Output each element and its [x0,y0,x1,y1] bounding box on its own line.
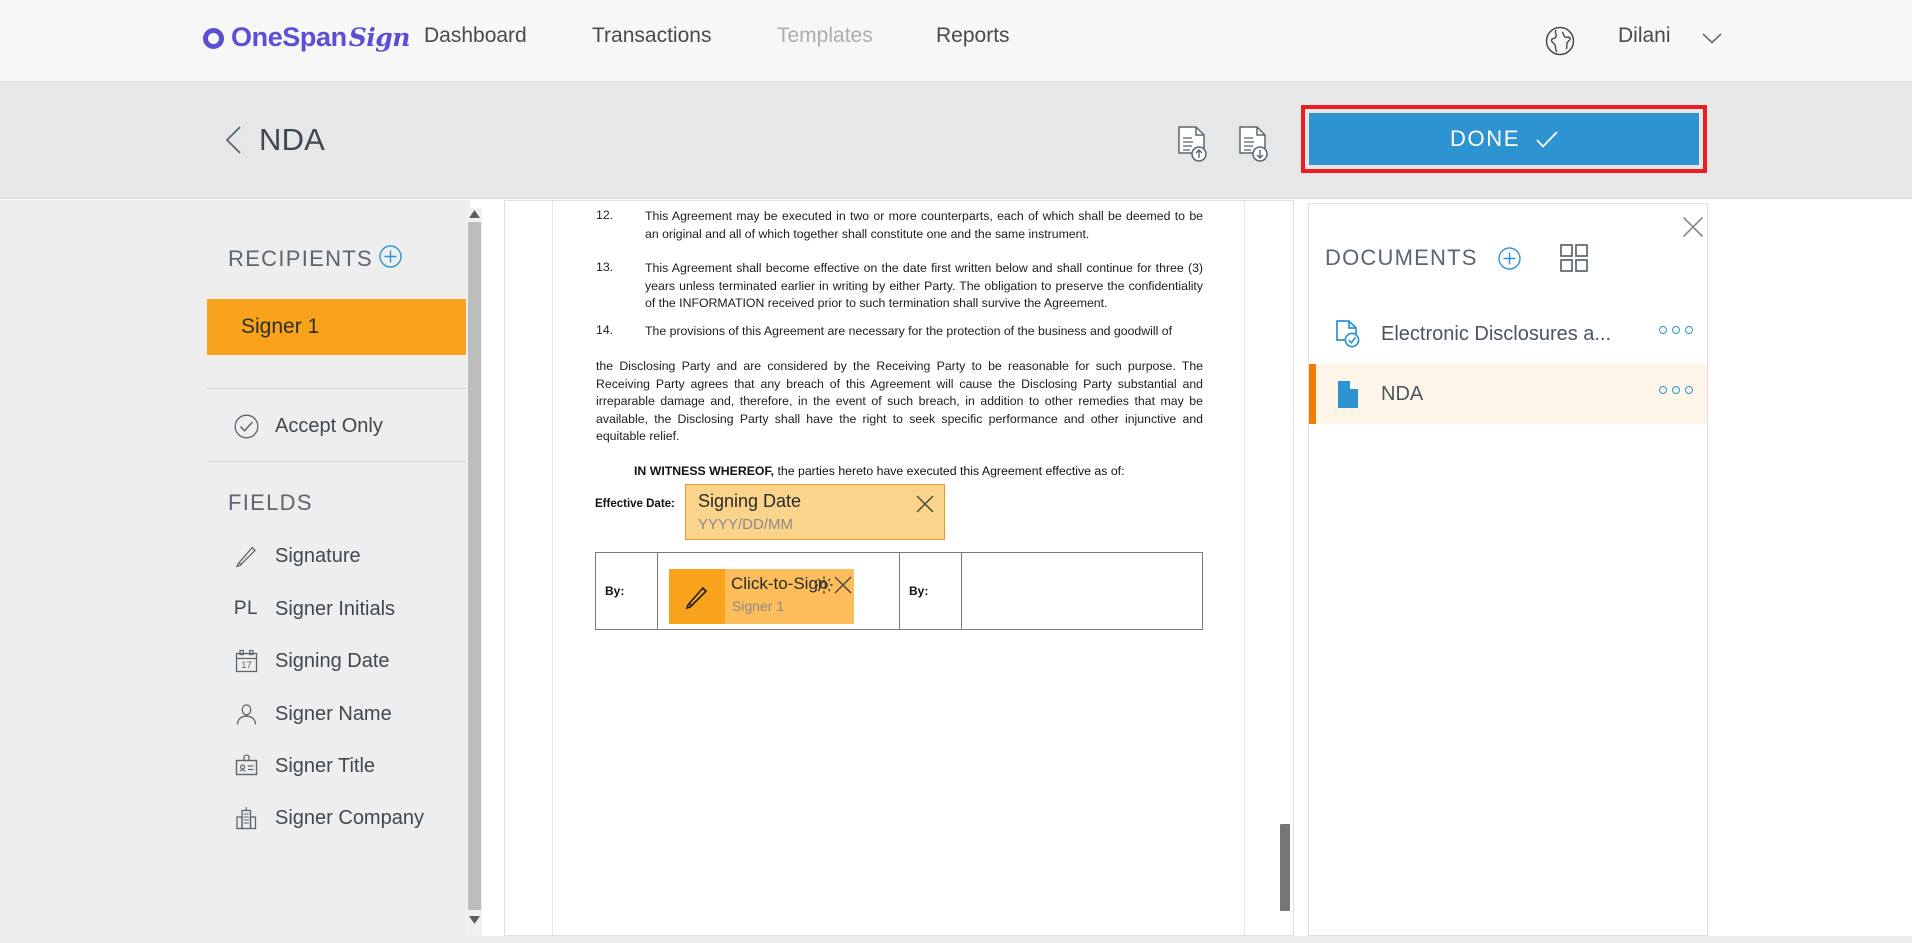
id-badge-icon [225,753,267,780]
signature-table-cell-by-right: By: [900,553,962,629]
paragraph-text: The provisions of this Agreement are nec… [645,324,1173,338]
gear-icon[interactable] [814,575,834,595]
done-button-label: DONE [1450,126,1520,151]
globe-icon[interactable] [1545,26,1575,56]
click-to-sign-field[interactable]: Click-to-Sign Signer 1 [669,569,854,624]
document-filled-icon [1333,379,1363,409]
signing-date-field[interactable]: Signing Date YYYY/DD/MM [685,484,945,540]
add-recipient-plus-circle-icon[interactable] [379,245,402,268]
close-x-icon[interactable] [915,494,935,514]
document-name: NDA [1381,382,1424,405]
field-title: Click-to-Sign [731,574,828,593]
document-download-icon[interactable] [1237,125,1271,163]
close-x-icon[interactable] [833,575,853,595]
page-title: NDA [259,122,326,157]
more-options-icon[interactable] [1659,326,1693,334]
sidebar-field-label: Signature [275,544,361,567]
sidebar-field-label: Signer Company [275,806,424,829]
add-document-plus-circle-icon[interactable] [1498,247,1521,270]
witness-clause: IN WITNESS WHEREOF, the parties hereto h… [634,464,1125,478]
nav-item-transactions[interactable]: Transactions [592,24,711,48]
by-label: By: [909,584,929,598]
sidebar-field-signer-name[interactable]: Signer Name [207,688,469,740]
recipients-section-label: RECIPIENTS [228,246,374,271]
grid-view-icon[interactable] [1558,242,1590,274]
onespan-ring-icon [203,28,224,49]
paragraph-text: This Agreement may be executed in two or… [645,209,1203,241]
scroll-down-arrow-icon[interactable] [469,916,480,924]
svg-text:17: 17 [241,660,252,671]
done-button-highlight: DONE [1301,105,1707,173]
document-upload-icon[interactable] [1176,125,1210,163]
sidebar-field-signer-company[interactable]: Signer Company [207,792,469,844]
onespan-sign-logo[interactable]: OneSpan Sign [203,22,410,53]
sidebar-field-label: Signer Initials [275,597,396,620]
sidebar-field-label: Signer Name [275,702,392,725]
pencil-icon [669,569,725,624]
sidebar-scrollbar-thumb[interactable] [468,222,481,910]
by-label: By: [605,584,625,598]
done-button[interactable]: DONE [1309,113,1699,165]
fields-section-label: FIELDS [228,490,313,515]
sidebar-field-signer-title[interactable]: Signer Title [207,740,469,792]
document-check-icon [1333,319,1363,349]
brand-word: OneSpan [231,22,347,52]
user-menu-name[interactable]: Dilani [1618,24,1671,48]
person-icon [225,701,267,728]
building-icon [225,805,267,832]
document-list-item[interactable]: NDA [1309,364,1707,424]
scroll-up-arrow-icon[interactable] [469,210,480,218]
paragraph-text-continued: the Disclosing Party and are considered … [596,359,1203,443]
paragraph-number: 14. [596,323,614,337]
signature-table-cell-by-left: By: [596,553,658,629]
effective-date-label: Effective Date: [595,498,675,510]
recipient-signer-1[interactable]: Signer 1 [207,299,469,355]
documents-panel-title: DOCUMENTS [1325,245,1478,270]
document-name: Electronic Disclosures a... [1381,322,1612,345]
pl-text-icon: PL [225,598,267,620]
witness-clause-bold: IN WITNESS WHEREOF, [634,464,775,478]
sidebar-field-label: Signer Title [275,754,376,777]
bottom-strip [0,936,1912,943]
paragraph-number: 13. [596,260,614,274]
sidebar-field-signer-initials[interactable]: PL Signer Initials [207,583,469,635]
sidebar-divider [207,388,469,389]
document-scrollbar-thumb[interactable] [1280,824,1290,911]
field-assignee: Signer 1 [732,598,785,614]
paragraph-number: 12. [596,208,614,222]
signature-table-cell-sign-right [962,553,1204,629]
field-title: Signing Date [698,491,802,511]
nav-item-reports[interactable]: Reports [936,24,1010,48]
sidebar-field-signing-date[interactable]: 17 Signing Date [207,635,469,687]
checkmark-icon [1536,130,1558,148]
more-options-icon[interactable] [1659,386,1693,394]
pencil-icon [225,542,267,570]
field-date-format: YYYY/DD/MM [698,516,794,533]
sidebar-divider [207,461,469,462]
close-x-icon[interactable] [1682,216,1704,238]
check-circle-icon [225,414,267,439]
pl-glyph: PL [233,598,259,619]
brand-script: Sign [348,23,411,52]
nav-item-dashboard[interactable]: Dashboard [424,24,527,48]
chevron-down-icon[interactable] [1702,33,1722,44]
sidebar-field-label: Signing Date [275,649,390,672]
nav-item-templates[interactable]: Templates [777,24,873,48]
witness-clause-rest: the parties hereto have executed this Ag… [774,464,1125,478]
sidebar-item-accept-only[interactable]: Accept Only [207,400,469,452]
sidebar-field-signature[interactable]: Signature [207,530,469,582]
top-navigation-bar: OneSpan Sign Dashboard Transactions Temp… [0,0,1912,82]
recipient-label: Signer 1 [241,315,320,338]
calendar-icon: 17 [225,648,267,675]
sidebar-item-label: Accept Only [275,414,383,437]
paragraph-text: This Agreement shall become effective on… [645,261,1203,310]
back-chevron-left-icon[interactable] [225,126,242,154]
document-list-item[interactable]: Electronic Disclosures a... [1309,304,1707,364]
